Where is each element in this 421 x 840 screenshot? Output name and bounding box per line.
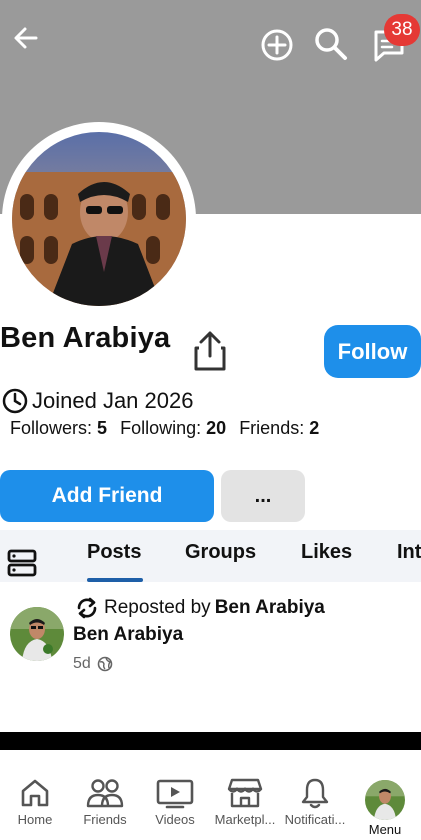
bottom-navigation: Home Friends Videos Marketpl... Notifica… — [0, 776, 421, 840]
nav-friends[interactable]: Friends — [69, 776, 141, 827]
tab-likes[interactable]: Likes — [301, 541, 352, 564]
globe-icon — [97, 656, 113, 672]
nav-videos-label: Videos — [155, 812, 195, 827]
follow-button[interactable]: Follow — [324, 325, 421, 378]
friends-link[interactable]: Friends: 2 — [239, 418, 319, 438]
layout-toggle-icon[interactable] — [6, 548, 38, 578]
active-tab-indicator — [87, 578, 143, 582]
nav-home[interactable]: Home — [0, 776, 71, 827]
marketplace-icon — [227, 778, 263, 808]
profile-avatar[interactable] — [12, 132, 186, 306]
media-strip — [0, 732, 421, 750]
home-icon — [21, 779, 49, 807]
clock-icon — [2, 388, 28, 414]
repost-line: Reposted by Ben Arabiya — [74, 595, 325, 621]
post-author-name[interactable]: Ben Arabiya — [73, 624, 183, 646]
joined-text: Joined Jan 2026 — [32, 388, 194, 413]
followers-link[interactable]: Followers: 5 — [10, 418, 107, 438]
post-author-avatar[interactable] — [10, 607, 64, 661]
repost-icon — [77, 597, 97, 619]
nav-notifications-label: Notificati... — [284, 812, 346, 827]
nav-menu[interactable]: Menu — [349, 776, 421, 837]
nav-marketplace-label: Marketpl... — [214, 812, 276, 827]
repost-by-name[interactable]: Ben Arabiya — [215, 597, 325, 619]
friends-icon — [86, 779, 124, 808]
nav-marketplace[interactable]: Marketpl... — [209, 776, 281, 827]
following-link[interactable]: Following: 20 — [120, 418, 226, 438]
profile-counts: Followers: 5 Following: 20 Friends: 2 — [10, 418, 319, 439]
bell-icon — [301, 778, 329, 809]
repost-prefix: Reposted by — [104, 597, 211, 618]
profile-name: Ben Arabiya — [0, 322, 171, 354]
back-arrow-icon[interactable] — [10, 22, 42, 54]
joined-date: Joined Jan 2026 — [2, 388, 193, 414]
share-icon[interactable] — [192, 330, 228, 372]
profile-page: 38 Ben Arabiya Follow Joined Jan 2026 Fo… — [0, 0, 421, 840]
nav-menu-label: Menu — [368, 822, 402, 837]
add-circle-icon[interactable] — [259, 27, 295, 63]
nav-friends-label: Friends — [83, 812, 127, 827]
notification-badge: 38 — [384, 14, 420, 46]
tab-interests[interactable]: Int — [397, 541, 421, 564]
tab-posts[interactable]: Posts — [87, 541, 141, 564]
videos-icon — [156, 779, 194, 809]
status-bar — [0, 0, 421, 8]
search-icon[interactable] — [312, 25, 350, 63]
menu-avatar — [365, 780, 405, 820]
nav-home-label: Home — [17, 812, 53, 827]
nav-notifications[interactable]: Notificati... — [279, 776, 351, 827]
add-friend-button[interactable]: Add Friend — [0, 470, 214, 522]
post-time-text: 5d — [73, 655, 91, 672]
more-options-button[interactable]: ... — [221, 470, 305, 522]
tab-groups[interactable]: Groups — [185, 541, 256, 564]
post-timestamp: 5d — [73, 655, 113, 673]
nav-videos[interactable]: Videos — [139, 776, 211, 827]
